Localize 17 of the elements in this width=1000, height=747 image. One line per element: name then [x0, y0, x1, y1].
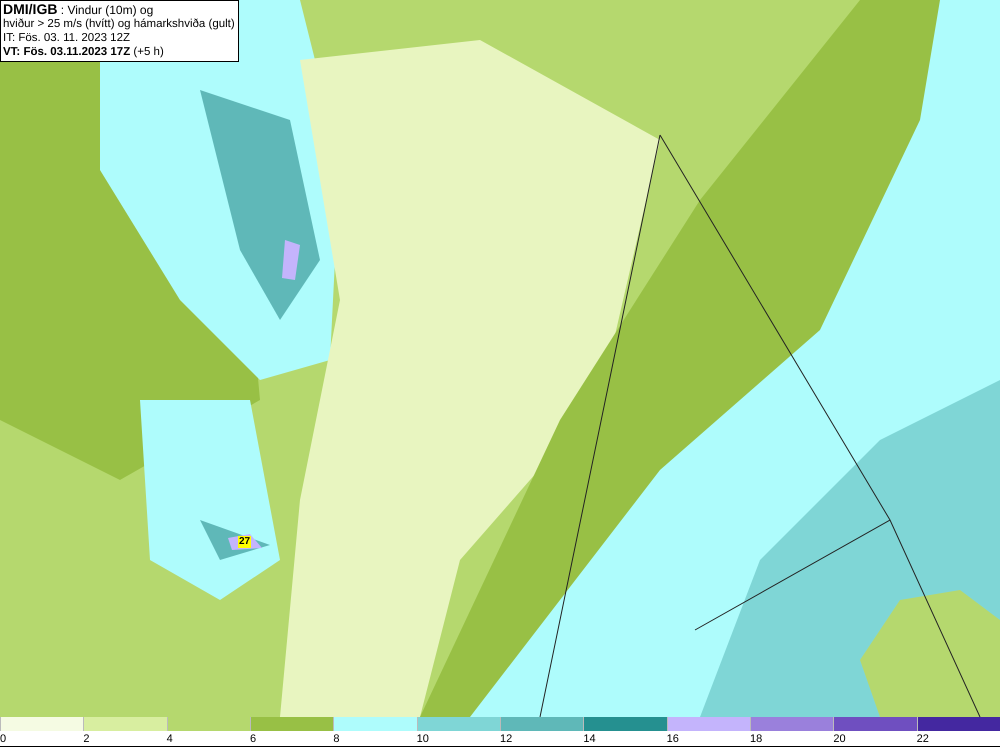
legend-label: 20	[833, 732, 846, 746]
legend-label: 18	[750, 732, 762, 746]
legend-label: 22	[916, 732, 929, 746]
legend-label: 14	[583, 732, 596, 746]
legend-label: 12	[500, 732, 512, 746]
legend-label: 10	[416, 732, 429, 746]
header-text: IT: Fös. 03. 11. 2023 12Z	[3, 31, 131, 45]
legend-label: 4	[166, 732, 173, 746]
max-gust-label: 27	[238, 536, 252, 548]
header-text: hviður > 25 m/s (hvítt) og hámarkshviða (gult)	[3, 17, 235, 31]
legend-label: 6	[250, 732, 256, 746]
legend-label: 16	[666, 732, 679, 746]
header-text: DMI/IGB : Vindur (10m) og	[3, 2, 154, 17]
legend-label: 2	[83, 732, 90, 746]
legend-label: 0	[0, 732, 6, 746]
header-text: VT: Fös. 03.11.2023 17Z (+5 h)	[3, 45, 165, 59]
legend-label: 8	[333, 732, 340, 746]
